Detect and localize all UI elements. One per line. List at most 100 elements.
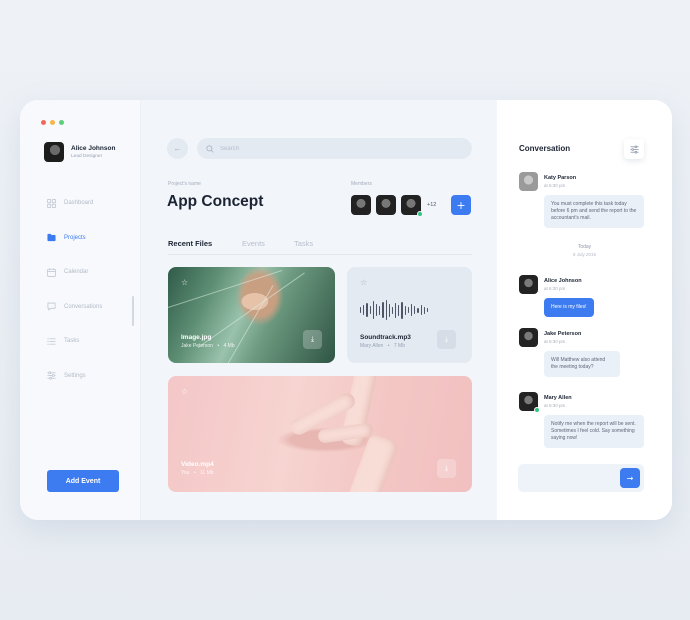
waveform-bar bbox=[375, 304, 378, 316]
avatar bbox=[519, 392, 540, 413]
members-list: +12 bbox=[351, 195, 436, 217]
file-card-audio[interactable]: ☆ Soundtrack.mp3 Mary Allen • 7 Mb ⤓ bbox=[347, 267, 472, 363]
back-button[interactable]: ← bbox=[167, 138, 188, 159]
sliders-icon bbox=[629, 144, 639, 154]
search-icon bbox=[206, 144, 214, 153]
file-card-video[interactable]: ☆ Video.mp4 You • 11 Mb ⤓ bbox=[168, 376, 472, 492]
send-button[interactable]: → bbox=[620, 468, 640, 488]
sidebar-item-tasks[interactable]: Tasks bbox=[47, 324, 102, 359]
file-card-image[interactable]: ☆ Image.jpg Jake Peterson • 4 Mb ⤓ bbox=[168, 267, 335, 363]
tab-bar: Recent Files Events Tasks bbox=[168, 239, 313, 248]
file-size: 7 Mb bbox=[393, 343, 406, 349]
day-separator: Today 8 July 2019 bbox=[497, 244, 672, 257]
file-name: Video.mp4 bbox=[181, 461, 214, 468]
member-avatar[interactable] bbox=[376, 195, 396, 215]
tab-divider bbox=[168, 254, 472, 255]
file-name: Image.jpg bbox=[181, 334, 212, 341]
waveform-bar bbox=[369, 306, 371, 314]
file-owner: You bbox=[181, 470, 190, 476]
file-meta: Mary Allen • 7 Mb bbox=[360, 343, 405, 349]
star-icon[interactable]: ☆ bbox=[181, 387, 188, 396]
member-avatar[interactable] bbox=[351, 195, 371, 215]
sidebar-item-settings[interactable]: Settings bbox=[47, 359, 102, 394]
user-profile[interactable]: Alice Johnson Lead Designer bbox=[44, 142, 115, 162]
user-role: Lead Designer bbox=[71, 154, 103, 159]
list-icon bbox=[47, 337, 56, 345]
chat-icon bbox=[47, 302, 56, 311]
sidebar-scrollbar[interactable] bbox=[132, 296, 134, 326]
sidebar-item-calendar[interactable]: Calendar bbox=[47, 255, 102, 290]
calendar-icon bbox=[47, 268, 56, 277]
star-icon[interactable]: ☆ bbox=[360, 278, 367, 287]
tab-events[interactable]: Events bbox=[242, 239, 294, 248]
file-owner: Mary Allen bbox=[360, 343, 384, 349]
leaf-vein bbox=[168, 269, 283, 308]
add-event-button[interactable]: Add Event bbox=[47, 470, 119, 492]
search-input[interactable] bbox=[220, 145, 440, 152]
download-button[interactable]: ⤓ bbox=[303, 330, 322, 349]
message-time: at 6:30 pm bbox=[544, 286, 566, 291]
close-window-button[interactable] bbox=[41, 120, 46, 125]
members-more-count[interactable]: +12 bbox=[427, 202, 436, 208]
project-name-label: Project's name bbox=[168, 181, 201, 187]
chat-message: Mary Allen at 6:30 pm Notify me when the… bbox=[519, 392, 644, 448]
star-icon[interactable]: ☆ bbox=[181, 278, 188, 287]
waveform-bar bbox=[426, 308, 429, 312]
waveform-bar bbox=[407, 307, 409, 313]
download-button[interactable]: ⤓ bbox=[437, 330, 456, 349]
message-time: at 6:30 pm bbox=[544, 339, 566, 344]
sidebar-nav: Dashboard Projects Calendar Conversation… bbox=[47, 186, 102, 393]
waveform-bar bbox=[411, 304, 413, 316]
main-content: ← Project's name App Concept Members +12… bbox=[141, 100, 497, 520]
waveform-bar bbox=[423, 306, 425, 314]
waveform-bar bbox=[414, 306, 416, 314]
file-meta: Jake Peterson • 4 Mb bbox=[181, 343, 235, 349]
file-size: 4 Mb bbox=[223, 343, 235, 349]
message-author: Jake Peterson bbox=[544, 331, 582, 337]
sidebar-item-conversations[interactable]: Conversations bbox=[47, 290, 102, 325]
waveform-bar bbox=[363, 305, 365, 315]
waveform-bar bbox=[404, 305, 406, 315]
add-member-button[interactable]: + bbox=[451, 195, 471, 215]
maximize-window-button[interactable] bbox=[59, 120, 64, 125]
search-bar[interactable] bbox=[197, 138, 472, 159]
waveform-bar bbox=[382, 302, 384, 318]
chat-message: Alice Johnson at 6:30 pm Here is my file… bbox=[519, 275, 594, 317]
tab-tasks[interactable]: Tasks bbox=[294, 239, 313, 248]
online-status-dot bbox=[534, 407, 540, 413]
day-date: 8 July 2019 bbox=[572, 252, 597, 257]
grid-icon bbox=[47, 198, 56, 208]
sliders-icon bbox=[47, 371, 56, 380]
chat-message: Katy Parson at 6:30 pm You must complete… bbox=[519, 172, 644, 228]
day-label: Today bbox=[577, 244, 592, 250]
sidebar-item-projects[interactable]: Projects bbox=[47, 221, 102, 256]
message-input[interactable] bbox=[518, 464, 613, 492]
waveform-bar bbox=[395, 302, 397, 318]
message-bubble: Will Matthew also attend the meeting tod… bbox=[544, 351, 620, 377]
arrow-right-icon: → bbox=[626, 473, 634, 483]
waveform-bar bbox=[401, 301, 403, 319]
meta-separator: • bbox=[193, 470, 196, 476]
meta-separator: • bbox=[217, 343, 220, 349]
waveform-bar bbox=[420, 305, 422, 315]
sidebar: Alice Johnson Lead Designer Dashboard Pr… bbox=[20, 100, 141, 520]
message-bubble: Notify me when the report will be sent. … bbox=[544, 415, 644, 448]
meta-separator: • bbox=[387, 343, 390, 349]
waveform-bar bbox=[379, 305, 381, 315]
file-owner: Jake Peterson bbox=[181, 343, 213, 349]
member-avatar[interactable] bbox=[401, 195, 423, 217]
message-time: at 6:30 pm bbox=[544, 403, 566, 408]
download-button[interactable]: ⤓ bbox=[437, 459, 456, 478]
download-icon: ⤓ bbox=[444, 335, 449, 343]
tab-recent-files[interactable]: Recent Files bbox=[168, 239, 242, 248]
avatar bbox=[519, 275, 538, 294]
window-controls bbox=[41, 120, 64, 125]
avatar bbox=[519, 328, 538, 347]
leaf-vein bbox=[227, 285, 274, 363]
filter-button[interactable] bbox=[624, 139, 644, 159]
minimize-window-button[interactable] bbox=[50, 120, 55, 125]
conversation-panel: Conversation Katy Parson at 6:30 pm You … bbox=[497, 100, 672, 520]
download-icon: ⤓ bbox=[444, 464, 449, 472]
avatar bbox=[44, 142, 64, 162]
sidebar-item-dashboard[interactable]: Dashboard bbox=[47, 186, 102, 221]
